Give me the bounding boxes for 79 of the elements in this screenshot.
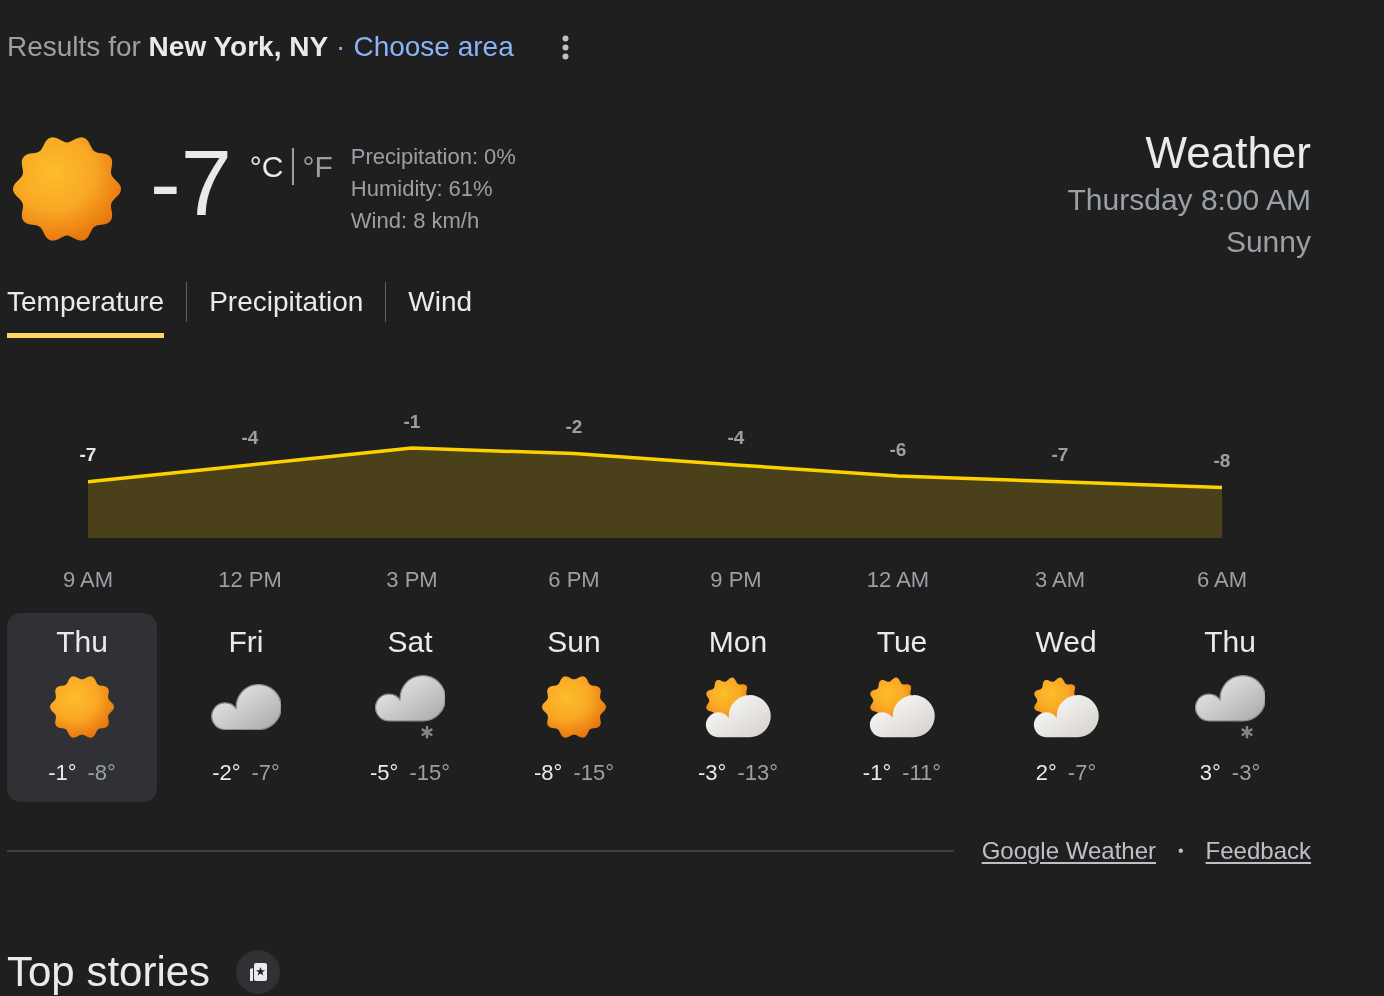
temperature-value: -6 — [889, 438, 907, 460]
high-temperature: -5° — [370, 759, 399, 787]
low-temperature: -11° — [902, 759, 942, 787]
hour-axis-label: 6 AM — [1196, 566, 1248, 592]
hour-axis-label: 6 PM — [548, 566, 600, 592]
high-temperature: -8° — [534, 759, 563, 787]
day-name: Wed — [1035, 624, 1097, 660]
day-name: Fri — [228, 624, 264, 660]
day-name: Thu — [1204, 624, 1256, 660]
day-name: Mon — [708, 624, 768, 660]
hour-axis-label: 3 PM — [386, 566, 438, 592]
more-options-icon[interactable] — [561, 34, 569, 60]
high-temperature: -2° — [212, 759, 241, 787]
temperature-value: -7 — [1051, 444, 1069, 466]
weather-detail: Humidity: 61% — [350, 175, 494, 203]
results-text: Results for New York, NY — [7, 31, 329, 63]
hour-axis-label: 9 AM — [62, 566, 114, 592]
day-name: Sat — [387, 624, 433, 660]
day-card[interactable]: Sat -5° -15° — [335, 613, 485, 802]
low-temperature: -8° — [87, 759, 116, 787]
day-card[interactable]: Thu 3° -3° — [1155, 613, 1305, 802]
footer-link[interactable]: Google Weather — [981, 836, 1156, 866]
weather-detail: Precipitation: 0% — [350, 143, 516, 171]
high-temperature: -1° — [862, 759, 892, 787]
hour-axis-label: 9 PM — [710, 566, 762, 592]
day-card[interactable]: Fri -2° -7° — [171, 613, 321, 802]
low-temperature: -15° — [409, 759, 450, 787]
sun-icon — [13, 135, 121, 243]
sun-cloud-icon — [868, 676, 936, 738]
day-name: Thu — [56, 624, 108, 660]
hour-axis-label: 3 AM — [1034, 566, 1086, 592]
dot-separator: · — [336, 31, 346, 63]
high-temperature: -3° — [698, 759, 727, 787]
cloud-icon — [211, 684, 281, 730]
hour-axis-label: 12 AM — [866, 566, 930, 592]
day-card[interactable]: Thu -1° -8° — [7, 613, 157, 802]
low-temperature: -3° — [1231, 759, 1261, 787]
high-temperature: 3° — [1199, 759, 1221, 787]
high-temperature: -1° — [48, 759, 77, 787]
day-name: Tue — [876, 624, 928, 660]
temperature-value: -4 — [241, 427, 259, 449]
choose-area-link[interactable]: Choose area — [353, 31, 514, 63]
temperature-value: -7 — [79, 444, 97, 466]
day-card[interactable]: Wed 2° -7° — [991, 613, 1141, 802]
cloud-snow-icon — [1195, 675, 1265, 739]
temperature-value: -2 — [565, 416, 583, 438]
tab[interactable]: Temperature — [7, 282, 165, 338]
low-temperature: -7° — [251, 759, 280, 787]
low-temperature: -15° — [573, 759, 614, 787]
low-temperature: -13° — [737, 759, 778, 787]
day-card[interactable]: Mon -3° -13° — [663, 613, 813, 802]
day-card[interactable]: Tue -1° -11° — [827, 613, 977, 802]
weather-detail: Wind: 8 km/h — [350, 207, 481, 235]
day-name: Sun — [547, 624, 601, 660]
star-card-icon — [248, 962, 269, 982]
section-title: Top stories — [7, 950, 211, 994]
hour-axis-label: 12 PM — [218, 566, 282, 592]
unit-option[interactable]: °F — [302, 150, 333, 183]
footer-link[interactable]: Feedback — [1205, 836, 1311, 866]
day-card[interactable]: Sun -8° -15° — [499, 613, 649, 802]
weather-time: Thursday 8:00 AM — [1067, 182, 1311, 218]
sun-cloud-icon — [1032, 676, 1100, 738]
temperature-value: -8 — [1213, 449, 1231, 471]
unit-option[interactable]: °C — [249, 150, 284, 183]
sun-icon — [542, 675, 606, 739]
weather-title: Weather — [1145, 128, 1311, 178]
cloud-snow-icon — [375, 675, 445, 739]
sun-icon — [50, 675, 114, 739]
high-temperature: 2° — [1035, 759, 1057, 787]
tab[interactable]: Wind — [408, 282, 473, 338]
tab[interactable]: Precipitation — [209, 282, 364, 338]
stories-button[interactable] — [236, 950, 281, 994]
low-temperature: -7° — [1067, 759, 1097, 787]
weather-condition: Sunny — [1225, 224, 1311, 260]
temperature-value: -1 — [403, 410, 421, 432]
temperature-value: -4 — [727, 427, 745, 449]
dot-separator: • — [1178, 842, 1184, 860]
sun-cloud-icon — [704, 676, 772, 738]
current-temperature: -7 — [150, 138, 232, 228]
